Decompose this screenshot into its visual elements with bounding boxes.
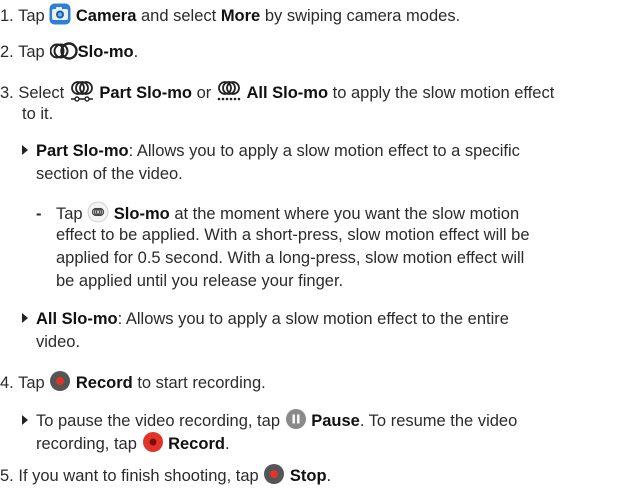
- camera-label: Camera: [75, 7, 137, 25]
- bullet-all-slo-mo: All Slo-mo: Allows you to apply a slow m…: [22, 308, 509, 330]
- step-number: 5.: [0, 467, 14, 485]
- step-2: 2. Tap Slo-mo.: [0, 41, 138, 67]
- more-label: More: [220, 7, 261, 25]
- bullet-text: .: [224, 435, 230, 453]
- bullet-part-slo-mo: Part Slo-mo: Allows you to apply a slow …: [22, 140, 520, 162]
- step-text: .: [326, 467, 332, 485]
- bullet-label: Part Slo-mo: [36, 142, 129, 160]
- dash-item-line-3: applied for 0.5 second. With a long-pres…: [56, 249, 525, 267]
- dash-text: Tap: [56, 205, 83, 223]
- step-number: 2.: [0, 43, 14, 61]
- step-1: 1. Tap Camera and select More by swiping…: [0, 3, 460, 31]
- slo-mo-button-label: Slo-mo: [113, 205, 170, 223]
- dash-item-line-2: effect to be applied. With a short-press…: [56, 226, 530, 244]
- step-number: 1.: [0, 7, 14, 25]
- step-text: or: [196, 84, 212, 102]
- bullet-text: recording, tap: [36, 435, 137, 453]
- record-label: Record: [75, 374, 133, 392]
- bullet-arrow-icon: [22, 313, 28, 323]
- part-slo-mo-label: Part Slo-mo: [99, 84, 193, 102]
- record-button-icon: [49, 370, 71, 398]
- step-number: 3.: [0, 84, 14, 102]
- dash-text: at the moment where you want the slow mo…: [174, 205, 520, 223]
- step-text: Tap: [18, 43, 45, 61]
- stop-label: Stop: [289, 467, 327, 485]
- step-text: Select: [18, 84, 65, 102]
- bullet-part-slo-mo-continued: section of the video.: [36, 165, 183, 183]
- bullet-text: . To resume the video: [359, 412, 518, 430]
- bullet-text: : Allows you to apply a slow motion effe…: [128, 142, 520, 160]
- slo-mo-mode-icon: [49, 41, 78, 67]
- dash-item-line-4: be applied until you release your finger…: [56, 272, 344, 290]
- step-text: .: [133, 43, 139, 61]
- bullet-text: To pause the video recording, tap: [36, 412, 280, 430]
- step-text: to apply the slow motion effect: [332, 84, 555, 102]
- step-text: to start recording.: [137, 374, 266, 392]
- part-slo-mo-icon: [69, 80, 95, 108]
- bullet-pause-resume-continued: recording, tap Record.: [36, 431, 230, 459]
- all-slo-mo-icon: [216, 80, 242, 108]
- pause-label: Pause: [311, 412, 360, 430]
- bullet-arrow-icon: [22, 145, 28, 155]
- bullet-arrow-icon: [22, 415, 28, 425]
- dash-marker: -: [36, 205, 42, 223]
- step-text: Tap: [18, 374, 45, 392]
- bullet-text: : Allows you to apply a slow motion effe…: [117, 310, 509, 328]
- pause-button-icon: [285, 408, 307, 436]
- slo-mo-label: Slo-mo: [77, 43, 134, 61]
- step-text: If you want to finish shooting, tap: [18, 467, 259, 485]
- record-label: Record: [168, 435, 225, 453]
- instruction-document: 1. Tap Camera and select More by swiping…: [0, 0, 633, 487]
- bullet-all-slo-mo-continued: video.: [36, 333, 81, 351]
- step-number: 4.: [0, 374, 14, 392]
- camera-app-icon: [49, 3, 71, 31]
- all-slo-mo-label: All Slo-mo: [246, 84, 329, 102]
- bullet-label: All Slo-mo: [36, 310, 118, 328]
- step-3: 3. Select Part Slo-mo or All Slo-mo to a…: [0, 80, 554, 108]
- step-text: by swiping camera modes.: [264, 7, 461, 25]
- record-button-icon: [142, 431, 164, 459]
- step-3-continued: to it.: [22, 105, 54, 123]
- step-text: Tap: [18, 7, 45, 25]
- step-text: and select: [141, 7, 217, 25]
- step-4: 4. Tap Record to start recording.: [0, 370, 266, 398]
